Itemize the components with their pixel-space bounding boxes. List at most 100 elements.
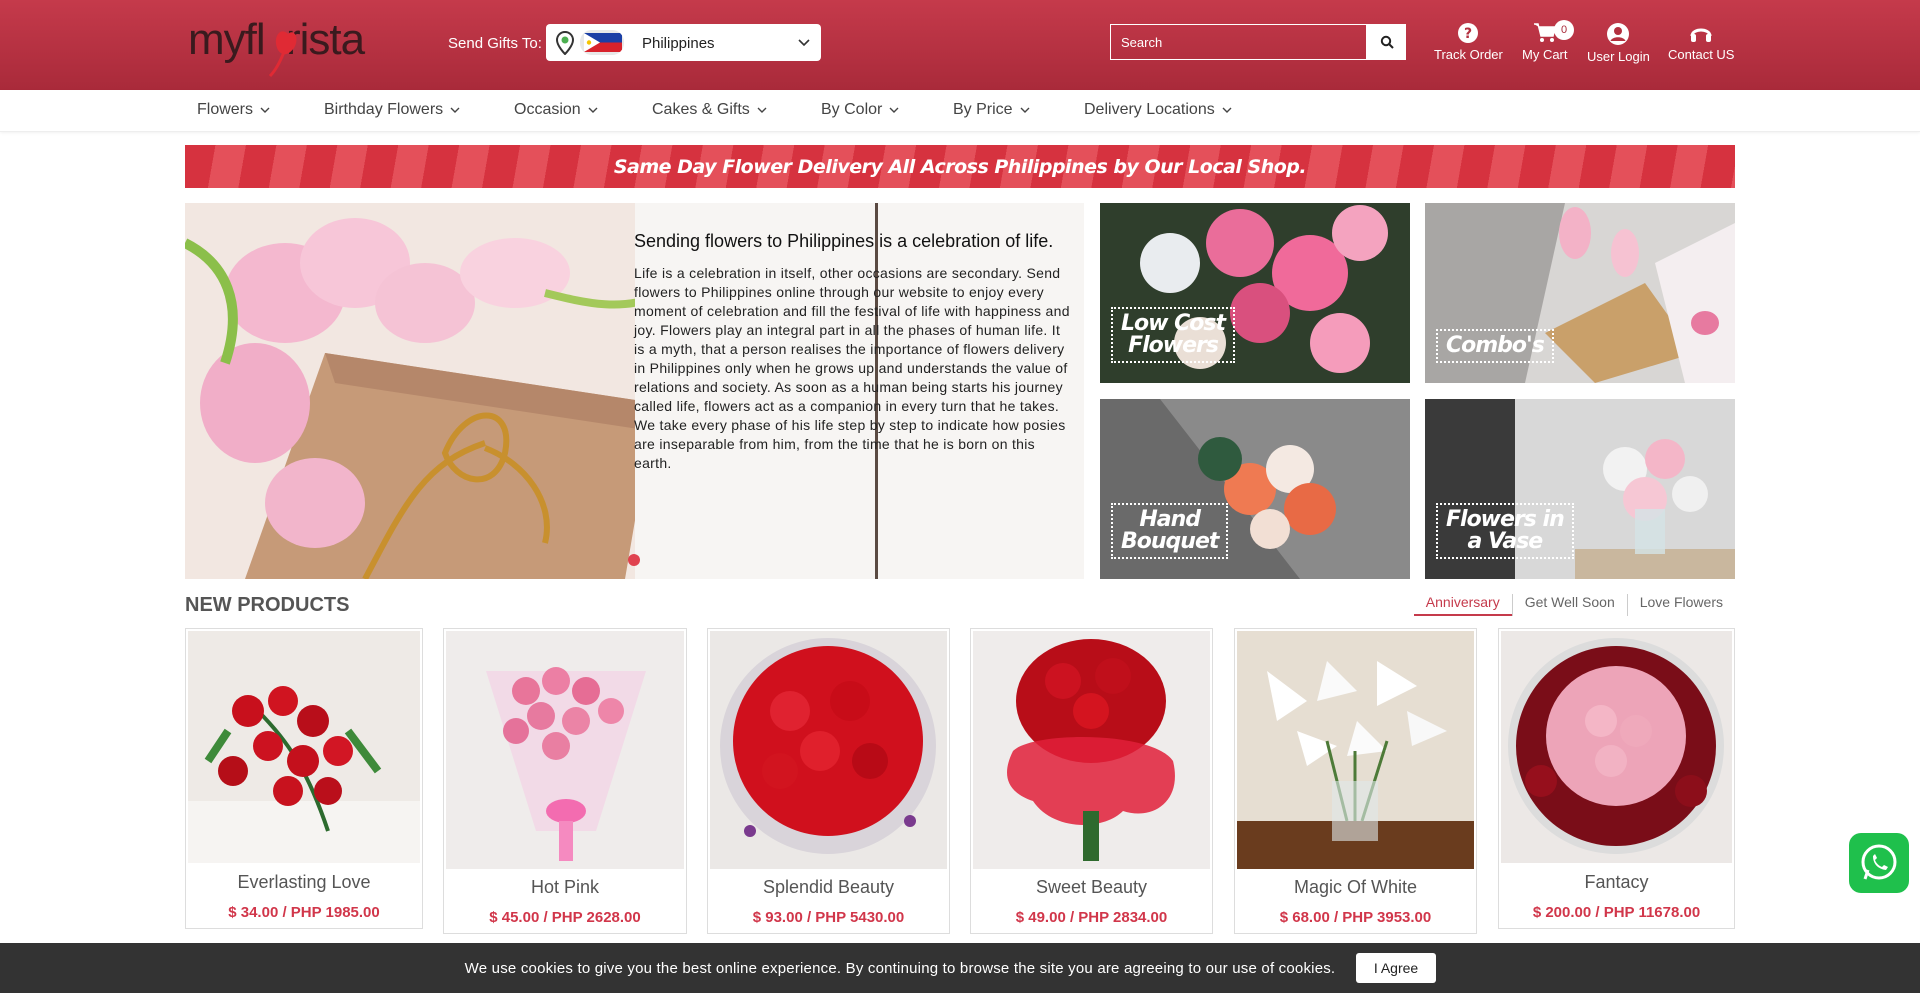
- product-price: $ 49.00 / PHP 2834.00: [1015, 909, 1168, 926]
- whatsapp-icon: [1861, 844, 1897, 880]
- tile-hand-bouquet[interactable]: Hand Bouquet: [1100, 399, 1410, 579]
- search-button[interactable]: [1367, 24, 1406, 60]
- hero-gift-tulips-image: [185, 203, 685, 579]
- nav-item-flowers[interactable]: Flowers: [197, 101, 271, 119]
- nav-item-label: Occasion: [514, 101, 581, 118]
- product-image: [1237, 631, 1474, 869]
- product-price: $ 68.00 / PHP 3953.00: [1279, 909, 1432, 926]
- nav-item-label: By Color: [821, 101, 883, 118]
- tab-get-well-soon[interactable]: Get Well Soon: [1511, 594, 1627, 616]
- whatsapp-chat-button[interactable]: [1849, 833, 1909, 893]
- nav-item-delivery-locations[interactable]: Delivery Locations: [1084, 101, 1233, 119]
- user-icon: [1607, 23, 1630, 45]
- headset-icon: [1690, 28, 1712, 42]
- product-card[interactable]: Sweet Beauty $ 49.00 / PHP 2834.00: [970, 628, 1213, 934]
- product-image: [710, 631, 947, 869]
- nav-item-birthday-flowers[interactable]: Birthday Flowers: [324, 101, 461, 119]
- product-name[interactable]: Magic Of White: [1235, 877, 1476, 898]
- search-input[interactable]: [1110, 24, 1367, 60]
- product-image: [188, 631, 420, 863]
- tile-label-line: Low Cost: [1121, 311, 1226, 336]
- tile-flowers-in-a-vase[interactable]: Flowers in a Vase: [1425, 399, 1735, 579]
- slider-dot-active[interactable]: [628, 554, 640, 566]
- new-products-tabs: Anniversary Get Well Soon Love Flowers: [1413, 594, 1735, 616]
- product-image: [1501, 631, 1732, 863]
- nav-item-label: By Price: [953, 101, 1013, 118]
- top-header: myfl rista Send Gifts To: Philippines Se…: [0, 0, 1920, 90]
- product-price: $ 34.00 / PHP 1985.00: [228, 904, 380, 921]
- product-card[interactable]: Magic Of White $ 68.00 / PHP 3953.00: [1234, 628, 1477, 934]
- product-price: $ 93.00 / PHP 5430.00: [752, 909, 905, 926]
- new-products-heading: NEW PRODUCTS: [185, 594, 350, 616]
- contact-us-label: Contact US: [1668, 47, 1735, 62]
- hero-title: Sending flowers to Philippines is a cele…: [634, 231, 1054, 251]
- chevron-down-icon: [757, 107, 767, 113]
- user-login-link[interactable]: User Login: [1587, 22, 1650, 64]
- search-icon: [1380, 35, 1394, 49]
- country-selector[interactable]: Philippines: [546, 24, 821, 61]
- product-card[interactable]: Fantacy $ 200.00 / PHP 11678.00: [1498, 628, 1735, 929]
- product-price: $ 45.00 / PHP 2628.00: [489, 909, 641, 926]
- chevron-down-icon: [588, 107, 598, 113]
- nav-item-label: Birthday Flowers: [324, 101, 444, 118]
- search-bar: [1110, 24, 1406, 60]
- cart-icon: [1533, 23, 1556, 42]
- product-name[interactable]: Splendid Beauty: [708, 877, 949, 898]
- nav-item-cakes-gifts[interactable]: Cakes & Gifts: [652, 101, 768, 119]
- cookie-consent-bar: We use cookies to give you the best onli…: [0, 943, 1920, 993]
- nav-item-by-price[interactable]: By Price: [953, 101, 1031, 119]
- question-circle-icon: ?: [1458, 23, 1479, 43]
- tab-love-flowers[interactable]: Love Flowers: [1626, 594, 1735, 616]
- philippines-flag-icon: [580, 30, 624, 55]
- tile-label: Flowers in a Vase: [1436, 503, 1574, 559]
- country-name: Philippines: [642, 35, 715, 52]
- tile-label-line: Bouquet: [1121, 529, 1219, 554]
- tile-combos[interactable]: Combo's: [1425, 203, 1735, 383]
- tile-label-line: Hand: [1139, 507, 1201, 532]
- tile-low-cost-flowers[interactable]: Low Cost Flowers: [1100, 203, 1410, 383]
- nav-item-label: Flowers: [197, 101, 254, 118]
- cookie-message: We use cookies to give you the best onli…: [464, 959, 1336, 977]
- product-card[interactable]: Everlasting Love $ 34.00 / PHP 1985.00: [185, 628, 423, 929]
- cart-count-badge: 0: [1554, 20, 1574, 40]
- chevron-down-icon: [1020, 107, 1030, 113]
- tile-label: Combo's: [1436, 329, 1554, 363]
- product-name[interactable]: Hot Pink: [444, 877, 686, 898]
- product-card[interactable]: Hot Pink $ 45.00 / PHP 2628.00: [443, 628, 687, 934]
- product-name[interactable]: Fantacy: [1499, 872, 1734, 893]
- svg-text:myfl: myfl: [188, 15, 265, 64]
- myflorista-logo[interactable]: myfl rista: [188, 10, 404, 78]
- chevron-down-icon: [798, 39, 810, 47]
- product-price: $ 200.00 / PHP 11678.00: [1532, 904, 1701, 921]
- hero-text-block: Sending flowers to Philippines is a cele…: [634, 231, 1074, 473]
- contact-us-link[interactable]: Contact US: [1668, 22, 1734, 62]
- product-card[interactable]: Splendid Beauty $ 93.00 / PHP 5430.00: [707, 628, 950, 934]
- same-day-delivery-banner: Same Day Flower Delivery All Across Phil…: [185, 145, 1735, 188]
- agree-button[interactable]: I Agree: [1356, 953, 1436, 983]
- chevron-down-icon: [450, 107, 460, 113]
- chevron-down-icon: [260, 107, 270, 113]
- tile-label-line: Flowers: [1128, 333, 1219, 358]
- hero-slider[interactable]: Sending flowers to Philippines is a cele…: [185, 203, 1084, 579]
- nav-item-occasion[interactable]: Occasion: [514, 101, 599, 119]
- track-order-link[interactable]: ? Track Order: [1434, 22, 1503, 62]
- svg-text:rista: rista: [286, 15, 366, 64]
- tile-label-line: Flowers in: [1446, 507, 1565, 532]
- send-gifts-label: Send Gifts To:: [448, 35, 542, 52]
- location-pin-icon: [555, 31, 575, 55]
- nav-item-label: Delivery Locations: [1084, 101, 1215, 118]
- product-name[interactable]: Sweet Beauty: [971, 877, 1212, 898]
- product-name[interactable]: Everlasting Love: [186, 872, 422, 893]
- user-login-label: User Login: [1587, 49, 1650, 64]
- my-cart-label: My Cart: [1522, 47, 1568, 62]
- nav-item-by-color[interactable]: By Color: [821, 101, 900, 119]
- tile-label-line: Combo's: [1446, 333, 1545, 358]
- chevron-down-icon: [889, 107, 899, 113]
- chevron-down-icon: [1222, 107, 1232, 113]
- tab-anniversary[interactable]: Anniversary: [1413, 594, 1512, 616]
- product-image: [446, 631, 684, 869]
- product-image: [973, 631, 1210, 869]
- my-cart-link[interactable]: My Cart 0: [1522, 20, 1574, 62]
- banner-text: Same Day Flower Delivery All Across Phil…: [613, 155, 1307, 178]
- main-nav: Flowers Birthday Flowers Occasion Cakes …: [0, 90, 1920, 132]
